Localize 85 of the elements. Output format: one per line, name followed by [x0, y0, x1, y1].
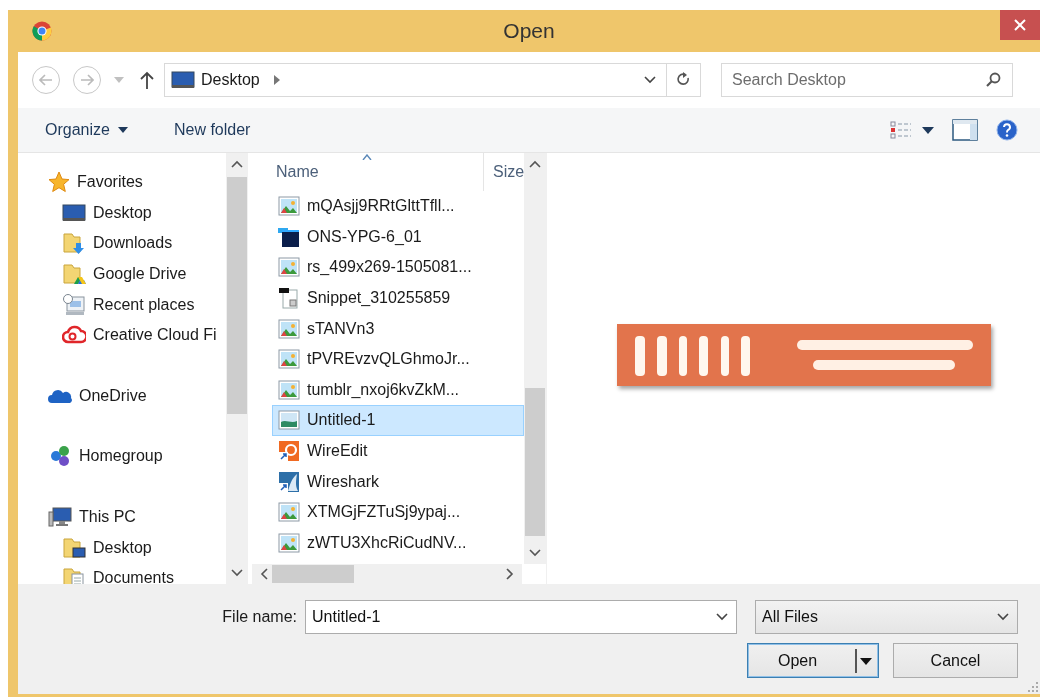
image-file-icon [278, 318, 300, 339]
open-button[interactable]: Open [747, 643, 879, 678]
network-spheres-icon [48, 444, 72, 469]
window-title: Open [503, 19, 555, 43]
snippet-file-icon [278, 287, 300, 310]
cloud-icon [48, 387, 72, 404]
refresh-icon [676, 72, 691, 88]
image-file-icon [278, 349, 300, 370]
back-arrow-icon [39, 74, 53, 86]
column-header[interactable]: Name [250, 153, 484, 191]
file-type-dropdown[interactable]: All Files [755, 600, 1018, 634]
file-row[interactable]: zWTU3XhcRiCudNV... [272, 527, 524, 559]
star-icon [48, 171, 70, 194]
dropdown-chevron-icon [716, 613, 728, 621]
vertical-scrollbar[interactable] [226, 153, 248, 584]
browser-logo-icon [32, 21, 52, 41]
search-field[interactable]: Search Desktop [721, 63, 1013, 97]
monitor-icon [171, 71, 195, 89]
file-row[interactable]: ONS-YPG-6_01 [272, 221, 524, 253]
fin-shortcut-icon [278, 470, 300, 493]
folder-download-icon [62, 231, 86, 256]
file-row[interactable]: rs_499x269-1505081... [272, 252, 524, 283]
file-row[interactable]: Snippet_310255859 [272, 282, 524, 314]
file-row[interactable]: XTMGjFZTuSj9ypaj... [272, 496, 524, 528]
toolbar-button[interactable]: New folder [163, 117, 261, 143]
file-row[interactable]: WireEdit [272, 435, 524, 467]
image-file-icon [278, 379, 300, 400]
folder-drive-icon [62, 262, 86, 287]
file-row[interactable]: Wireshark [272, 466, 524, 497]
image-file-icon [278, 532, 300, 553]
breadcrumb-caret-icon[interactable] [273, 75, 280, 85]
nav-item[interactable]: Creative Cloud Fi [18, 319, 226, 351]
folder-monitor-icon [62, 535, 86, 560]
cancel-button[interactable]: Cancel [893, 643, 1018, 678]
view-options-button[interactable] [888, 119, 936, 141]
caret-icon [860, 657, 872, 665]
dropdown-chevron-icon [997, 613, 1009, 621]
nav-item[interactable]: OneDrive [18, 380, 226, 412]
image-file-icon [278, 257, 300, 278]
creative-cloud-icon [62, 325, 86, 346]
image-file-icon [278, 502, 300, 523]
monitor-icon [62, 203, 86, 222]
swirl-shortcut-icon [278, 440, 300, 463]
dropdown-chevron-icon [644, 76, 656, 84]
image-file-icon [278, 410, 300, 431]
nav-item[interactable]: Google Drive [18, 258, 226, 290]
column-header[interactable]: Size [484, 153, 524, 191]
document-file-icon [278, 225, 300, 248]
nav-item[interactable]: Desktop [18, 532, 226, 563]
nav-item[interactable]: This PC [18, 501, 226, 533]
file-name-field[interactable]: Untitled-1 [305, 600, 737, 634]
horizontal-scrollbar[interactable] [252, 564, 522, 584]
help-button[interactable] [994, 117, 1020, 143]
file-row[interactable]: Untitled-1 [272, 405, 524, 436]
file-row[interactable]: tPVREvzvQLGhmoJr... [272, 343, 524, 375]
nav-item[interactable]: Favorites [18, 167, 226, 198]
address-bar[interactable]: Desktop [164, 63, 701, 97]
scroll-right-icon[interactable] [506, 568, 514, 580]
preview-pane-button[interactable] [950, 117, 980, 143]
file-row[interactable]: sTANVn3 [272, 313, 524, 344]
nav-item[interactable]: Homegroup [18, 441, 226, 472]
search-icon [985, 72, 1001, 88]
scroll-left-icon[interactable] [260, 568, 268, 580]
organize-menu[interactable]: Organize [35, 117, 138, 143]
breadcrumb-item[interactable]: Desktop [201, 71, 260, 89]
file-name-label: File name: [221, 608, 297, 626]
help-icon [996, 119, 1018, 141]
close-icon [1014, 19, 1026, 31]
caret-icon [922, 126, 934, 134]
image-file-icon [278, 196, 300, 217]
forward-arrow-icon [80, 74, 94, 86]
vertical-scrollbar[interactable] [524, 153, 546, 564]
details-view-icon [890, 121, 912, 139]
nav-item[interactable]: Recent places [18, 289, 226, 320]
resize-grip-icon[interactable] [1028, 682, 1038, 692]
preview-pane-icon [952, 119, 978, 141]
nav-item[interactable]: Desktop [18, 197, 226, 229]
close-button[interactable] [1000, 10, 1040, 40]
computer-icon [48, 506, 72, 529]
file-row[interactable]: mQAsjj9RRtGlttTfll... [272, 191, 524, 222]
nav-item[interactable]: Downloads [18, 228, 226, 259]
recent-places-icon [62, 292, 86, 317]
up-arrow-icon[interactable] [140, 71, 154, 89]
file-row[interactable]: tumblr_nxoj6kvZkM... [272, 374, 524, 406]
caret-icon [117, 127, 128, 133]
